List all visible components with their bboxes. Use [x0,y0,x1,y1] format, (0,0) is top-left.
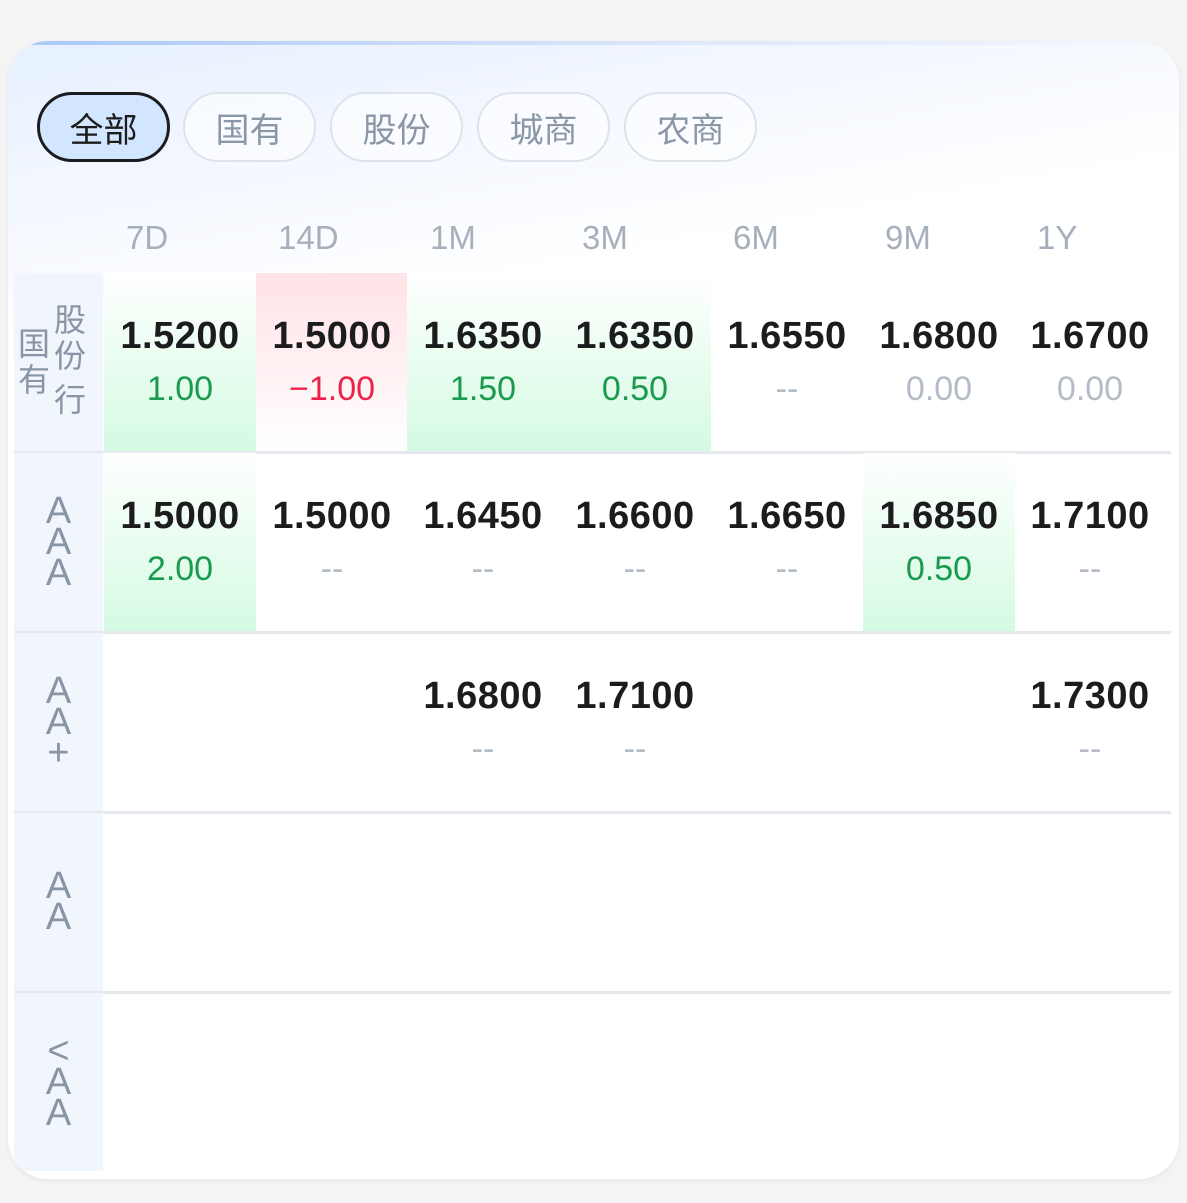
row-label-char: 股 [54,302,87,338]
row-label: < A A [14,993,103,1171]
rate-value: 1.6350 [575,315,695,357]
row-label: AAA [14,453,103,631]
tab-state-owned[interactable]: 国有 [183,92,316,162]
rate-change: 0.50 [905,550,973,588]
rate-change: 0.00 [905,370,973,408]
rate-value: 1.6650 [727,495,847,537]
rate-cell-7d[interactable]: 1.5000 2.00 [104,453,256,631]
row-label-char: 份 [54,338,87,374]
rate-cell-6m[interactable]: 1.6550 -- [711,273,863,451]
rate-value: 1.5000 [272,495,392,537]
rate-cell-14d[interactable]: 1.5000 −1.00 [256,273,408,451]
rate-cell-9m[interactable]: 1.6800 0.00 [863,273,1015,451]
row-label-char: 有 [18,362,51,398]
row-label-char: A [45,896,72,938]
rate-value: 1.5200 [120,315,240,357]
row-label: AA [14,813,103,991]
rate-cell-1y[interactable]: 1.7100 -- [1014,453,1166,631]
yield-card: 全部 国有 股份 城商 农商 7D 14D 1M 3M 6M 9M 1Y 股国份… [8,41,1179,1179]
column-header-3m: 3M [582,219,628,256]
rate-change: -- [471,550,495,588]
column-header-9m: 9M [885,219,931,256]
column-header-1y: 1Y [1037,219,1078,256]
rate-value: 1.5000 [120,495,240,537]
rate-value: 1.6850 [879,495,999,537]
rate-change: 2.00 [146,550,214,588]
row-label-char: 国 [18,326,51,362]
rate-value: 1.6800 [879,315,999,357]
rate-change: -- [1078,550,1102,588]
rate-cell-14d[interactable]: 1.5000 -- [256,453,408,631]
rate-cell-6m[interactable]: 1.6650 -- [711,453,863,631]
rate-change: 0.50 [601,370,669,408]
tab-city-commercial[interactable]: 城商 [477,92,610,162]
rate-cell-3m[interactable]: 1.6350 0.50 [559,273,711,451]
row-label-char: + [47,731,70,774]
rate-cell-3m[interactable]: 1.7100 -- [559,633,711,811]
rate-change: -- [623,730,647,768]
rate-change: -- [1078,730,1102,768]
column-header-14d: 14D [278,219,339,256]
row-label: A A + [14,633,103,811]
rate-cell-1m[interactable]: 1.6800 -- [407,633,559,811]
row-label: 股国份有行 [14,273,103,451]
rate-cell-9m[interactable]: 1.6850 0.50 [863,453,1015,631]
rate-value: 1.5000 [272,315,392,357]
rate-value: 1.7100 [575,675,695,717]
rate-value: 1.6350 [423,315,543,357]
rate-cell-1y[interactable]: 1.7300 -- [1014,633,1166,811]
rate-change: -- [320,550,344,588]
tab-joint-stock[interactable]: 股份 [330,92,463,162]
rate-value: 1.6800 [423,675,543,717]
rate-change: −1.00 [288,370,376,408]
rate-value: 1.6600 [575,495,695,537]
row-label-char: A [45,1091,72,1134]
rate-value: 1.7300 [1030,675,1150,717]
tab-rural-commercial[interactable]: 农商 [624,92,757,162]
row-divider [14,991,1171,994]
column-header-7d: 7D [126,219,169,256]
rate-value: 1.6450 [423,495,543,537]
rate-value: 1.7100 [1030,495,1150,537]
rate-cell-1m[interactable]: 1.6350 1.50 [407,273,559,451]
rate-value: 1.6550 [727,315,847,357]
rate-change: -- [623,550,647,588]
rate-cell-1y[interactable]: 1.6700 0.00 [1014,273,1166,451]
rate-cell-1m[interactable]: 1.6450 -- [407,453,559,631]
column-header-6m: 6M [733,219,779,256]
rate-value: 1.6700 [1030,315,1150,357]
rate-change: -- [775,370,799,408]
rate-cell-3m[interactable]: 1.6600 -- [559,453,711,631]
row-divider [14,811,1171,814]
column-header-1m: 1M [430,219,476,256]
row-label-char: 行 [54,382,87,418]
rate-change: 0.00 [1056,370,1124,408]
rate-cell-7d[interactable]: 1.5200 1.00 [104,273,256,451]
row-label-char: A [45,551,72,594]
rate-change: -- [775,550,799,588]
rate-change: -- [471,730,495,768]
rate-change: 1.00 [146,370,214,408]
rate-change: 1.50 [449,370,517,408]
tab-all[interactable]: 全部 [37,92,170,162]
